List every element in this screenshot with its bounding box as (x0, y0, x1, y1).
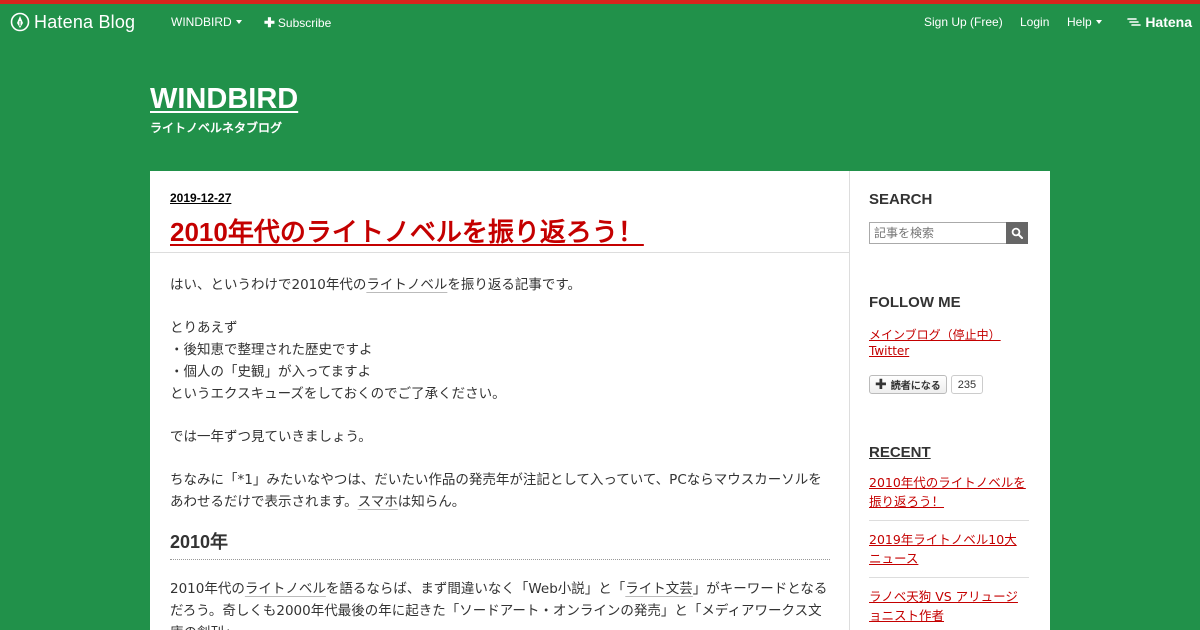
search-icon (1011, 227, 1023, 239)
recent-title[interactable]: RECENT (869, 444, 931, 461)
plus-icon: ✚ (264, 15, 275, 30)
hatena-wing-icon (1127, 18, 1142, 26)
logo-text: Hatena Blog (34, 11, 136, 32)
subscribe-link[interactable]: ✚ Subscribe (264, 15, 331, 31)
main-blog-link[interactable]: メインブログ（停止中） (869, 326, 1001, 343)
hatena-blog-logo[interactable]: Hatena Blog (10, 11, 135, 33)
text: 2010年代の (170, 581, 245, 597)
recent-entry-link[interactable]: 2019年ライトノベル10大ニュース (869, 532, 1017, 566)
blog-menu-label: WINDBIRD (171, 15, 232, 29)
list-item: 2010年代のライトノベルを振り返ろう！ (869, 473, 1029, 521)
text: を振り返る記事です。 (447, 277, 582, 293)
help-menu[interactable]: Help (1067, 15, 1102, 29)
keyword-link[interactable]: ライト文芸 (625, 581, 693, 597)
divider (150, 252, 849, 253)
login-link[interactable]: Login (1020, 15, 1049, 29)
text-line: とりあえず (170, 320, 238, 336)
entry-date[interactable]: 2019-12-27 (170, 191, 231, 205)
list-item: ラノベ天狗 VS アリュージョニスト作者 (869, 587, 1029, 630)
text-line: ・個人の「史観」が入ってますよ (170, 364, 372, 380)
login-label: Login (1020, 15, 1050, 29)
keyword-link[interactable]: ライトノベル (366, 277, 447, 293)
blog-title[interactable]: WINDBIRD (150, 82, 298, 116)
recent-entry-link[interactable]: 2010年代のライトノベルを振り返ろう！ (869, 475, 1026, 509)
list-item: 2019年ライトノベル10大ニュース (869, 530, 1029, 578)
text: ちなみに「*1」みたいなやつは、だいたい作品の発売年が注記として入っていて、PC… (170, 472, 822, 510)
subscriber-count: 235 (950, 375, 984, 394)
paragraph: はい、というわけで2010年代のライトノベルを振り返る記事です。 (170, 274, 830, 296)
search-form (869, 222, 1028, 244)
recent-list: 2010年代のライトノベルを振り返ろう！ 2019年ライトノベル10大ニュース … (869, 473, 1029, 630)
paragraph: では一年ずつ見ていきましょう。 (170, 429, 372, 445)
plus-icon: ✚ (875, 376, 887, 393)
search-input[interactable] (869, 222, 1006, 244)
entry-body: はい、というわけで2010年代のライトノベルを振り返る記事です。 とりあえず ・… (170, 274, 830, 630)
keyword-link[interactable]: ライトノベル (245, 581, 326, 597)
keyword-link[interactable]: スマホ (358, 494, 398, 510)
blog-menu[interactable]: WINDBIRD (171, 15, 242, 29)
hatena-pen-icon (10, 12, 30, 32)
entry-title[interactable]: 2010年代のライトノベルを振り返ろう！ (170, 215, 644, 249)
paragraph: ちなみに「*1」みたいなやつは、だいたい作品の発売年が注記として入っていて、PC… (170, 469, 830, 513)
search-button[interactable] (1006, 222, 1028, 244)
hatena-logo[interactable]: Hatena (1127, 14, 1192, 30)
signup-label: Sign Up (Free) (924, 15, 1003, 29)
chevron-down-icon (1095, 20, 1102, 24)
signup-link[interactable]: Sign Up (Free) (924, 15, 1003, 29)
text: はい、というわけで2010年代の (170, 277, 367, 293)
text-line: ・後知恵で整理された歴史ですよ (170, 342, 373, 358)
blog-description: ライトノベルネタブログ (150, 121, 283, 135)
subscribe-label: Subscribe (277, 16, 332, 30)
become-reader-label: 読者になる (890, 381, 941, 392)
help-label: Help (1067, 15, 1092, 29)
become-reader-button[interactable]: ✚ 読者になる (869, 375, 947, 394)
paragraph: 2010年代のライトノベルを語るならば、まず間違いなく「Web小説」と「ライト文… (170, 578, 830, 630)
chevron-down-icon (235, 20, 242, 24)
section-heading: 2010年 (170, 529, 830, 560)
text: は知らん。 (397, 494, 466, 510)
recent-entry-link[interactable]: ラノベ天狗 VS アリュージョニスト作者 (869, 589, 1018, 623)
text-line: というエクスキューズをしておくのでご了承ください。 (170, 386, 506, 402)
content-container: 2019-12-27 2010年代のライトノベルを振り返ろう！ はい、というわけ… (150, 171, 1050, 630)
twitter-link[interactable]: Twitter (869, 344, 909, 358)
text: を語るならば、まず間違いなく「Web小説」と「 (325, 581, 626, 597)
follow-title: FOLLOW ME (869, 294, 961, 311)
hatena-label: Hatena (1145, 14, 1192, 30)
global-header: Hatena Blog WINDBIRD ✚ Subscribe Sign Up … (0, 4, 1200, 40)
entry-main: 2019-12-27 2010年代のライトノベルを振り返ろう！ はい、というわけ… (150, 171, 850, 630)
search-title: SEARCH (869, 191, 933, 208)
reader-subscribe: ✚ 読者になる 235 (869, 375, 984, 394)
paragraph: とりあえず ・後知恵で整理された歴史ですよ ・個人の「史観」が入ってますよ とい… (170, 317, 830, 405)
sidebar: SEARCH FOLLOW ME メインブログ（停止中） Twitter ✚読者… (869, 171, 1031, 630)
